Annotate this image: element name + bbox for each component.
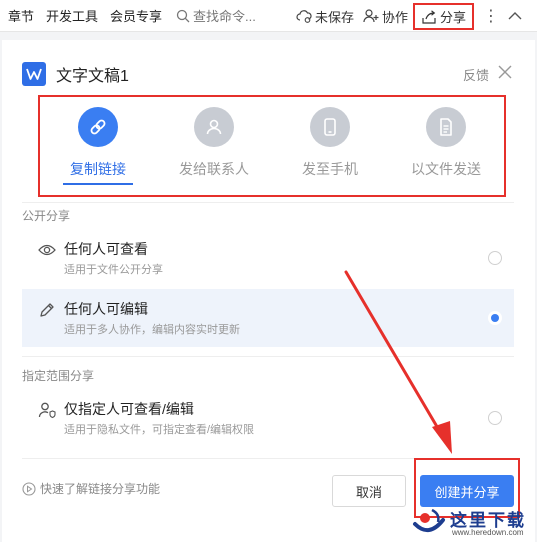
watermark-logo — [413, 508, 445, 532]
play-circle-icon — [22, 481, 36, 496]
share-dialog: 文字文稿1 反馈 复制链接 发给联系人 发至手机 以文件发送 公开分享 任何人可… — [2, 40, 535, 542]
dialog-header: 文字文稿1 — [22, 60, 129, 88]
cancel-button[interactable]: 取消 — [332, 475, 406, 507]
option-description: 适用于文件公开分享 — [64, 264, 163, 276]
option-description: 适用于多人协作，编辑内容实时更新 — [64, 324, 240, 336]
active-tab-indicator — [63, 183, 133, 185]
pencil-icon — [40, 303, 54, 317]
tab-send-file[interactable]: 以文件发送 — [388, 97, 504, 195]
phone-icon — [324, 118, 336, 136]
cloud-icon — [296, 10, 312, 23]
option-title: 仅指定人可查看/编辑 — [64, 401, 194, 417]
radio-anyone-view[interactable] — [488, 251, 502, 265]
menu-chapter[interactable]: 章节 — [0, 6, 40, 25]
option-specified-people[interactable]: 仅指定人可查看/编辑 适用于隐私文件，可指定查看/编辑权限 — [22, 389, 514, 447]
option-title: 任何人可编辑 — [64, 301, 148, 317]
file-icon — [440, 118, 452, 136]
eye-icon — [38, 244, 56, 256]
share-label: 分享 — [440, 10, 467, 25]
tab-label: 发给联系人 — [179, 161, 249, 177]
tab-label: 复制链接 — [70, 161, 126, 177]
menu-dev-tools[interactable]: 开发工具 — [40, 6, 104, 25]
document-title: 文字文稿1 — [56, 68, 129, 85]
radio-anyone-edit[interactable] — [488, 311, 502, 325]
command-search[interactable]: 查找命令... — [176, 6, 256, 25]
divider — [22, 202, 514, 203]
search-icon — [176, 9, 190, 22]
watermark: 这里下载 www.heredown.com — [412, 500, 536, 542]
person-icon — [206, 119, 222, 135]
tab-send-contact[interactable]: 发给联系人 — [156, 97, 272, 195]
share-method-tabs: 复制链接 发给联系人 发至手机 以文件发送 — [38, 95, 506, 197]
tab-label: 以文件发送 — [411, 161, 481, 177]
divider — [22, 356, 514, 357]
public-share-heading: 公开分享 — [22, 209, 71, 223]
learn-share-link[interactable]: 快速了解链接分享功能 — [22, 480, 160, 497]
learn-link-label: 快速了解链接分享功能 — [40, 482, 161, 496]
tab-copy-link[interactable]: 复制链接 — [40, 97, 156, 195]
unsaved-label: 未保存 — [315, 9, 355, 25]
add-user-icon — [363, 9, 379, 23]
search-placeholder: 查找命令... — [193, 9, 256, 24]
menu-member[interactable]: 会员专享 — [104, 6, 168, 25]
collab-label: 协作 — [382, 9, 409, 25]
more-icon[interactable]: ⋮ — [483, 0, 499, 32]
option-title: 任何人可查看 — [64, 241, 148, 257]
collab-button[interactable]: 协作 — [363, 0, 408, 32]
scoped-share-heading: 指定范围分享 — [22, 369, 95, 383]
close-icon[interactable] — [497, 64, 513, 80]
tab-label: 发至手机 — [302, 161, 358, 177]
link-icon — [90, 119, 106, 135]
option-anyone-view[interactable]: 任何人可查看 适用于文件公开分享 — [22, 229, 514, 287]
tab-send-phone[interactable]: 发至手机 — [272, 97, 388, 195]
radio-specified-people[interactable] — [488, 411, 502, 425]
watermark-url: www.heredown.com — [452, 528, 524, 537]
unsaved-status[interactable]: 未保存 — [296, 0, 354, 32]
collapse-icon[interactable] — [508, 0, 525, 32]
option-description: 适用于隐私文件，可指定查看/编辑权限 — [64, 424, 255, 436]
share-button[interactable]: 分享 — [413, 3, 475, 30]
option-anyone-edit[interactable]: 任何人可编辑 适用于多人协作，编辑内容实时更新 — [22, 289, 514, 347]
share-icon — [422, 9, 436, 24]
user-shield-icon — [38, 402, 56, 419]
wps-writer-icon — [22, 62, 46, 86]
feedback-link[interactable]: 反馈 — [463, 65, 489, 84]
